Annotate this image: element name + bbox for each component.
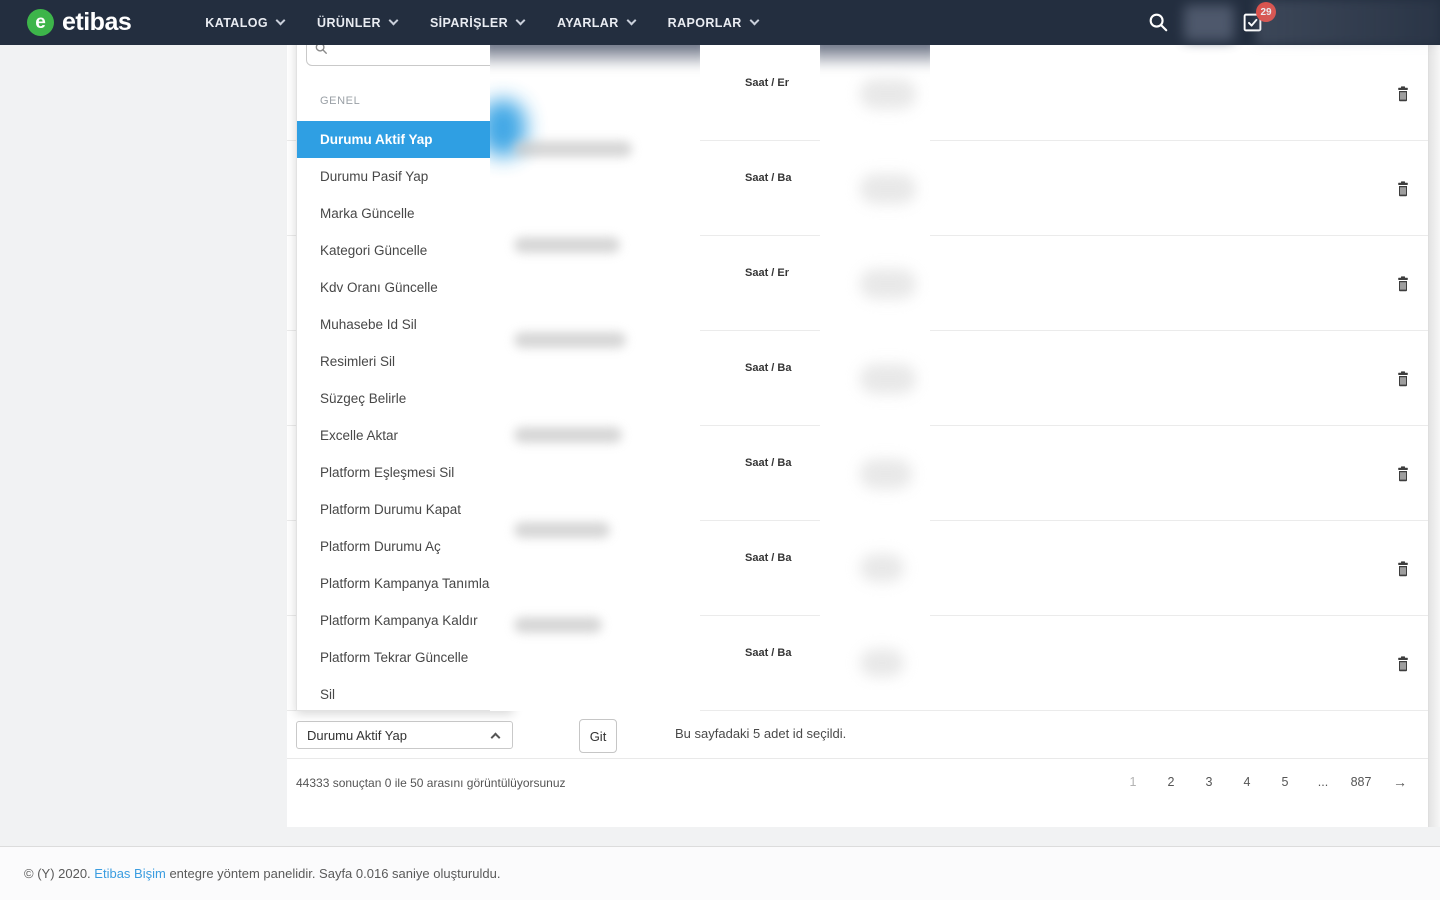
menu-items: Durumu Aktif Yap Durumu Pasif Yap Marka …: [297, 121, 512, 713]
pagination-section: 44333 sonuçtan 0 ile 50 arasını görüntül…: [287, 758, 1428, 827]
nav-item-urunler[interactable]: ÜRÜNLER: [317, 15, 399, 30]
trash-icon[interactable]: [1396, 276, 1410, 292]
nav-menu: KATALOG ÜRÜNLER SİPARİŞLER AYARLAR RAPOR…: [205, 15, 760, 30]
page-ellipsis: ...: [1317, 775, 1329, 789]
logo-text: etibas: [62, 8, 132, 36]
next-page-arrow[interactable]: →: [1380, 774, 1420, 790]
page-link-887[interactable]: 887: [1342, 775, 1380, 789]
chevron-down-icon: [515, 15, 526, 26]
logo[interactable]: e etibas: [0, 8, 132, 37]
go-button[interactable]: Git: [579, 719, 617, 753]
menu-item-suzgec-belirle[interactable]: Süzgeç Belirle: [297, 380, 512, 417]
menu-item-platform-kampanya-kaldir[interactable]: Platform Kampanya Kaldır: [297, 602, 512, 639]
selection-info: Bu sayfadaki 5 adet id seçildi.: [675, 726, 847, 741]
nav-item-raporlar[interactable]: RAPORLAR: [668, 15, 760, 30]
pagination-pages: 1 2 3 4 5 ... 887 →: [1114, 774, 1420, 790]
notification-badge: 29: [1256, 2, 1276, 22]
page-link-3[interactable]: 3: [1190, 775, 1228, 789]
chevron-down-icon: [749, 15, 760, 26]
chevron-down-icon: [626, 15, 637, 26]
nav-item-katalog[interactable]: KATALOG: [205, 15, 286, 30]
scrollbar[interactable]: [1428, 45, 1440, 827]
menu-item-platform-durumu-kapat[interactable]: Platform Durumu Kapat: [297, 491, 512, 528]
menu-item-sil[interactable]: Sil: [297, 676, 512, 713]
copyright-suffix: entegre yöntem panelidir. Sayfa 0.016 sa…: [169, 866, 501, 881]
menu-item-platform-kampanya-tanimla[interactable]: Platform Kampanya Tanımla: [297, 565, 512, 602]
trash-icon[interactable]: [1396, 181, 1410, 197]
search-icon[interactable]: [1147, 11, 1169, 38]
bulk-action-dropdown: GENEL Durumu Aktif Yap Durumu Pasif Yap …: [296, 26, 513, 711]
menu-item-muhasebe-id-sil[interactable]: Muhasebe Id Sil: [297, 306, 512, 343]
navbar-right: 29: [1120, 0, 1440, 45]
row-category: Saat / Ba: [745, 552, 792, 564]
menu-item-durumu-pasif-yap[interactable]: Durumu Pasif Yap: [297, 158, 512, 195]
page-link-5[interactable]: 5: [1266, 775, 1304, 789]
row-category: Saat / Er: [745, 267, 790, 279]
blurred-element: [1184, 5, 1234, 41]
menu-item-durumu-aktif-yap[interactable]: Durumu Aktif Yap: [297, 121, 512, 158]
bulk-action-select[interactable]: Durumu Aktif Yap: [296, 721, 513, 749]
copyright-prefix: © (Y) 2020.: [24, 866, 91, 881]
trash-icon[interactable]: [1396, 86, 1410, 102]
results-summary: 44333 sonuçtan 0 ile 50 arasını görüntül…: [296, 776, 566, 790]
menu-item-kategori-guncelle[interactable]: Kategori Güncelle: [297, 232, 512, 269]
menu-item-platform-durumu-ac[interactable]: Platform Durumu Aç: [297, 528, 512, 565]
row-category: Saat / Ba: [745, 362, 792, 374]
footer: © (Y) 2020. Etibas Bişim entegre yöntem …: [0, 846, 1440, 900]
trash-icon[interactable]: [1396, 466, 1410, 482]
logo-icon: e: [27, 9, 54, 36]
page: Saat / Er Saat / Ba Saat / Er Saat / Ba …: [0, 0, 1440, 900]
nav-item-siparisler[interactable]: SİPARİŞLER: [430, 15, 526, 30]
row-category: Saat / Ba: [745, 457, 792, 469]
row-category: Saat / Er: [745, 77, 790, 89]
menu-item-platform-tekrar-guncelle[interactable]: Platform Tekrar Güncelle: [297, 639, 512, 676]
page-link-4[interactable]: 4: [1228, 775, 1266, 789]
chevron-down-icon: [388, 15, 399, 26]
chevron-down-icon: [275, 15, 286, 26]
menu-item-marka-guncelle[interactable]: Marka Güncelle: [297, 195, 512, 232]
footer-link[interactable]: Etibas Bişim: [94, 866, 166, 881]
row-category: Saat / Ba: [745, 647, 792, 659]
menu-item-excelle-aktar[interactable]: Excelle Aktar: [297, 417, 512, 454]
menu-item-kdv-orani-guncelle[interactable]: Kdv Oranı Güncelle: [297, 269, 512, 306]
trash-icon[interactable]: [1396, 561, 1410, 577]
page-link-1: 1: [1129, 775, 1137, 789]
menu-item-resimleri-sil[interactable]: Resimleri Sil: [297, 343, 512, 380]
bulk-action-select-value: Durumu Aktif Yap: [307, 727, 407, 743]
trash-icon[interactable]: [1396, 371, 1410, 387]
page-link-2[interactable]: 2: [1152, 775, 1190, 789]
menu-group-label: GENEL: [320, 95, 361, 107]
row-category: Saat / Ba: [745, 172, 792, 184]
nav-item-ayarlar[interactable]: AYARLAR: [557, 15, 637, 30]
chevron-up-icon: [490, 732, 501, 743]
footer-text: © (Y) 2020. Etibas Bişim entegre yöntem …: [24, 866, 500, 881]
trash-icon[interactable]: [1396, 656, 1410, 672]
menu-item-platform-eslesmesi-sil[interactable]: Platform Eşleşmesi Sil: [297, 454, 512, 491]
top-navbar: e etibas KATALOG ÜRÜNLER SİPARİŞLER AYAR…: [0, 0, 1440, 45]
